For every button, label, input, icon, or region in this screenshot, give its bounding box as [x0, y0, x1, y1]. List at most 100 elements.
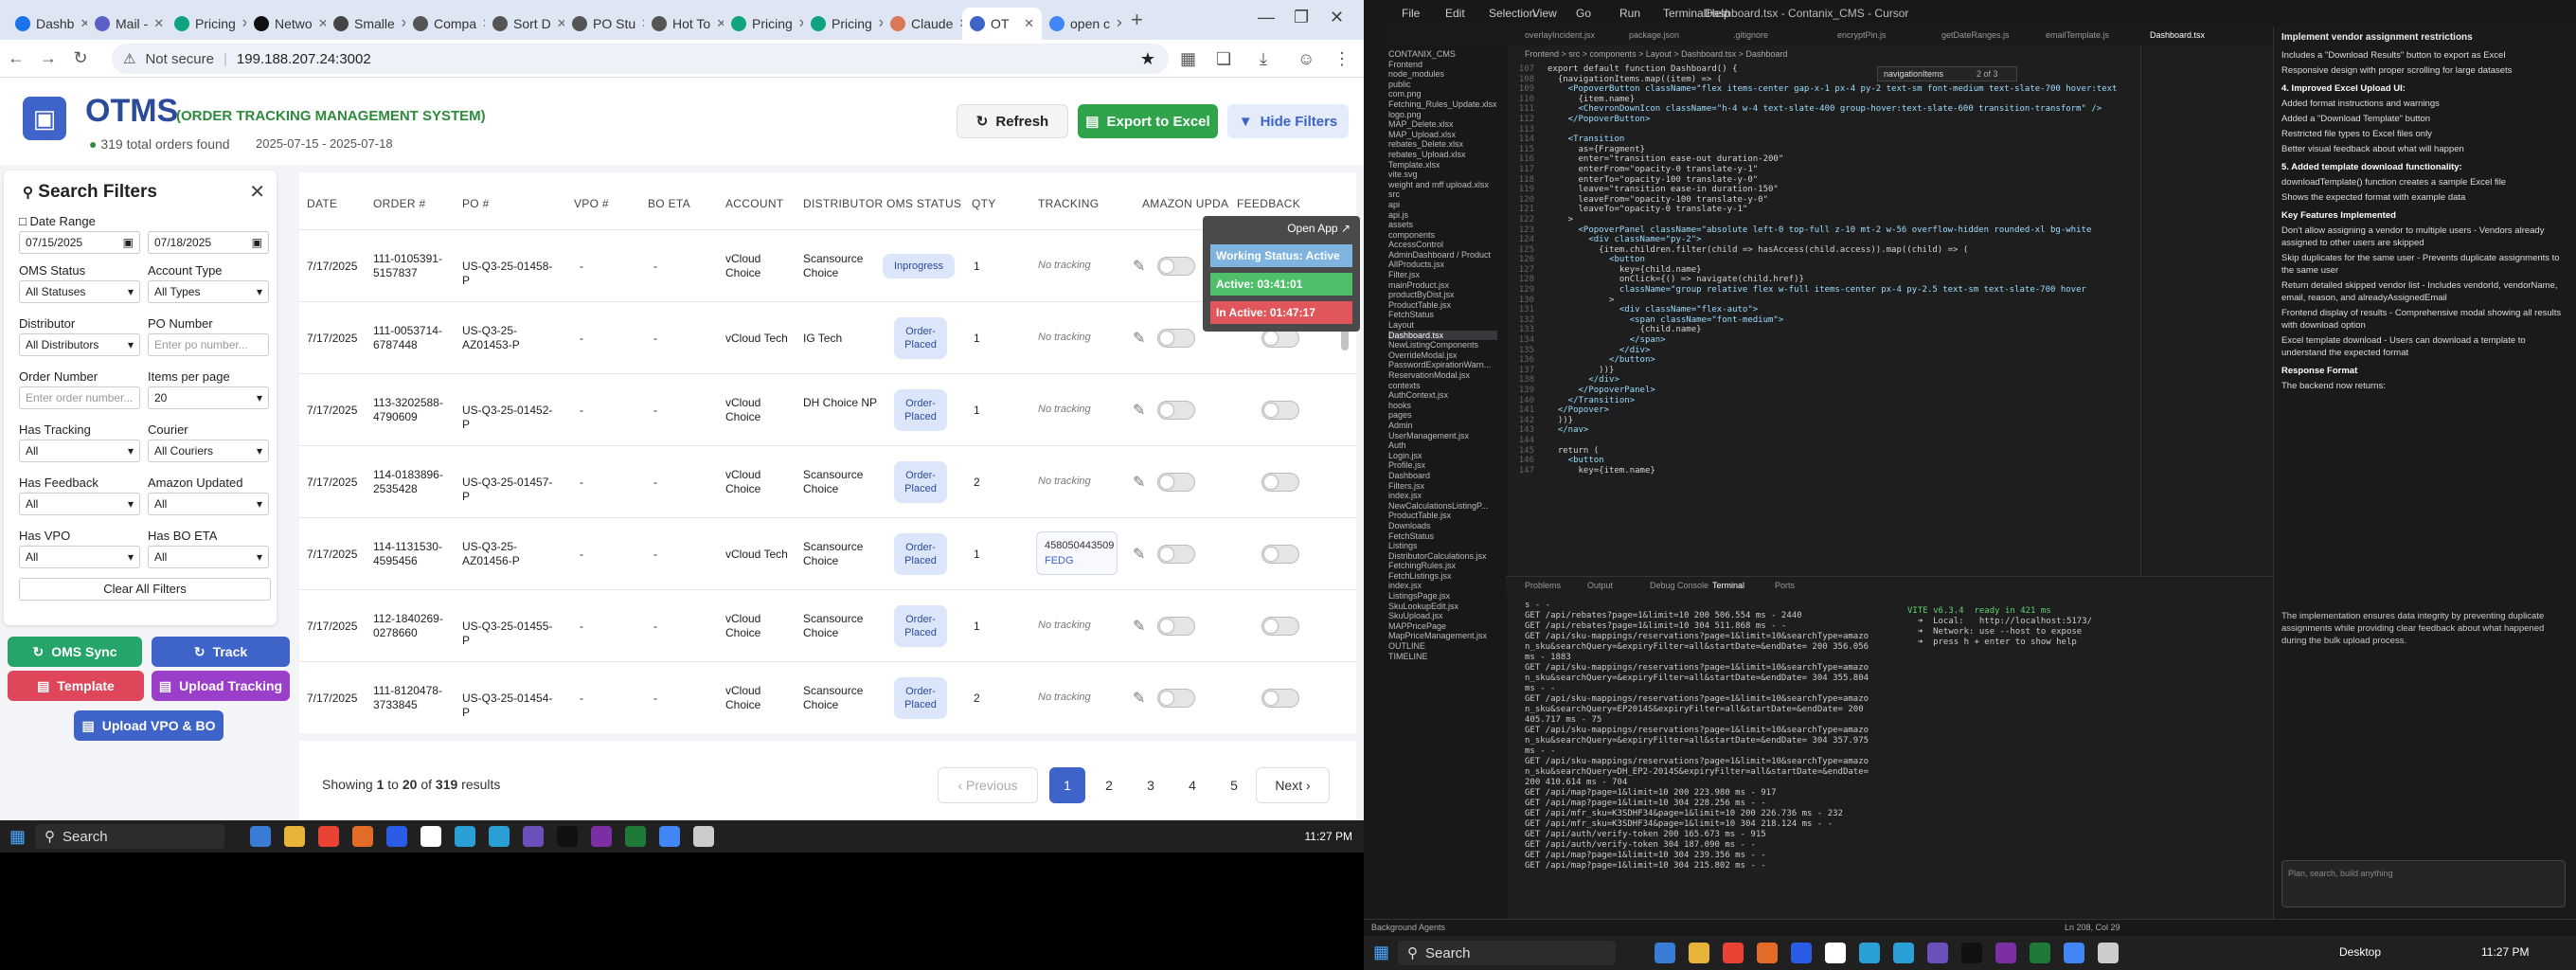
tree-item[interactable]: MAPPricePage: [1388, 621, 1497, 632]
amazon-updated-toggle[interactable]: [1157, 473, 1195, 492]
tree-item[interactable]: MapPriceManagement.jsx: [1388, 631, 1497, 641]
tree-item[interactable]: NewListingComponents: [1388, 340, 1497, 350]
tree-item[interactable]: assets: [1388, 220, 1497, 230]
upload-tracking-button[interactable]: ▤ Upload Tracking: [152, 671, 290, 701]
editor-menu-item[interactable]: View: [1532, 7, 1557, 20]
taskbar-app-icon[interactable]: [352, 826, 374, 847]
taskbar-app-icon[interactable]: [1689, 943, 1709, 963]
taskbar-app-icon[interactable]: [386, 826, 408, 847]
tree-item[interactable]: weight and mff upload.xlsx: [1388, 180, 1497, 190]
tree-item[interactable]: ProductTable.jsx: [1388, 511, 1497, 521]
tree-item[interactable]: SkuUpload.jsx: [1388, 611, 1497, 621]
has-feedback-select[interactable]: All ▾: [19, 493, 140, 515]
taskbar-app-icon[interactable]: [625, 826, 647, 847]
taskbar-app-icon[interactable]: [1961, 943, 1982, 963]
taskbar-app-icon[interactable]: [659, 826, 681, 847]
panel-tab[interactable]: Debug Console: [1650, 581, 1708, 590]
taskbar-app-icon[interactable]: [455, 826, 476, 847]
tree-item[interactable]: AccessControl: [1388, 240, 1497, 250]
panel-tab[interactable]: Ports: [1775, 581, 1795, 590]
tree-item[interactable]: Filters.jsx: [1388, 481, 1497, 492]
tree-item[interactable]: FetchListings.jsx: [1388, 571, 1497, 582]
taskbar-app-icon[interactable]: [318, 826, 340, 847]
download-icon[interactable]: ⤓: [1260, 49, 1267, 69]
terminal-output-vite[interactable]: VITE v6.3.4 ready in 421 ms ➜ Local: htt…: [1907, 606, 2092, 648]
date-to-input[interactable]: 07/18/2025 ▣: [148, 231, 269, 254]
oms-status-select[interactable]: All Statuses ▾: [19, 280, 140, 303]
feedback-toggle[interactable]: [1261, 329, 1299, 348]
tree-item[interactable]: Filter.jsx: [1388, 270, 1497, 280]
page-number-button[interactable]: 2: [1091, 767, 1127, 803]
tree-item[interactable]: ReservationModal.jsx: [1388, 370, 1497, 381]
close-tab-icon[interactable]: ✕: [716, 16, 724, 31]
taskbar-app-icon[interactable]: [1893, 943, 1914, 963]
tree-item[interactable]: TIMELINE: [1388, 652, 1497, 662]
browser-tab[interactable]: Mail - ✕: [87, 8, 167, 40]
edit-pencil-icon[interactable]: ✎: [1133, 545, 1145, 564]
back-icon[interactable]: ←: [0, 48, 32, 68]
tree-item[interactable]: logo.png: [1388, 110, 1497, 120]
minimize-icon[interactable]: —: [1258, 8, 1275, 27]
tree-item[interactable]: NewCalculationsListingP...: [1388, 501, 1497, 512]
forward-icon[interactable]: →: [32, 48, 64, 68]
amazon-updated-select[interactable]: All ▾: [148, 493, 269, 515]
browser-tab[interactable]: Pricing✕: [724, 8, 803, 40]
tree-item[interactable]: rebates_Upload.xlsx: [1388, 150, 1497, 160]
date-from-input[interactable]: 07/15/2025 ▣: [19, 231, 140, 254]
po-number-input[interactable]: Enter po number...: [148, 333, 269, 356]
tree-item[interactable]: Template.xlsx: [1388, 160, 1497, 171]
tree-item[interactable]: productByDist.jsx: [1388, 290, 1497, 300]
taskbar-app-icon[interactable]: [1859, 943, 1880, 963]
has-vpo-select[interactable]: All ▾: [19, 546, 140, 568]
new-tab-icon[interactable]: +: [1131, 8, 1143, 32]
tree-item[interactable]: AuthContext.jsx: [1388, 390, 1497, 401]
tree-item[interactable]: Login.jsx: [1388, 451, 1497, 461]
previous-page-button[interactable]: ‹ Previous: [938, 767, 1038, 803]
next-page-button[interactable]: Next ›: [1256, 767, 1330, 803]
browser-tab[interactable]: open c ✕: [1042, 8, 1121, 40]
taskbar-app-icon[interactable]: [1927, 943, 1948, 963]
extension-icon[interactable]: ▦: [1180, 49, 1196, 69]
close-filters-icon[interactable]: ✕: [249, 180, 265, 204]
tree-item[interactable]: OUTLINE: [1388, 641, 1497, 652]
editor-tab[interactable]: encryptPin.js: [1837, 30, 1887, 40]
feedback-toggle[interactable]: [1261, 545, 1299, 564]
feedback-toggle[interactable]: [1261, 401, 1299, 420]
close-tab-icon[interactable]: ✕: [1116, 16, 1121, 31]
tree-item[interactable]: DistributorCalculations.jsx: [1388, 551, 1497, 562]
page-number-button[interactable]: 3: [1133, 767, 1169, 803]
amazon-updated-toggle[interactable]: [1157, 545, 1195, 564]
puzzle-icon[interactable]: ❏: [1216, 49, 1231, 69]
tree-item[interactable]: api.js: [1388, 210, 1497, 221]
export-excel-button[interactable]: ▤ Export to Excel: [1078, 104, 1218, 138]
items-per-page-select[interactable]: 20 ▾: [148, 386, 269, 409]
tree-item[interactable]: OverrideModal.jsx: [1388, 350, 1497, 361]
feedback-toggle[interactable]: [1261, 689, 1299, 708]
has-tracking-select[interactable]: All ▾: [19, 440, 140, 462]
edit-pencil-icon[interactable]: ✎: [1133, 473, 1145, 492]
tree-item[interactable]: rebates_Delete.xlsx: [1388, 139, 1497, 150]
editor-tab[interactable]: overlayIncident.jsx: [1525, 30, 1595, 40]
browser-tab[interactable]: Pricing✕: [803, 8, 883, 40]
has-bo-eta-select[interactable]: All ▾: [148, 546, 269, 568]
tree-item[interactable]: Fetching_Rules_Update.xlsx: [1388, 99, 1497, 110]
close-tab-icon[interactable]: ✕: [318, 16, 326, 31]
taskbar-app-icon[interactable]: [420, 826, 442, 847]
taskbar-app-icon[interactable]: [2064, 943, 2084, 963]
editor-menu-item[interactable]: Go: [1576, 7, 1591, 20]
template-button[interactable]: ▤ Template: [8, 671, 144, 701]
taskbar-app-icon[interactable]: [523, 826, 545, 847]
close-tab-icon[interactable]: ✕: [557, 16, 564, 31]
taskbar-app-icon[interactable]: [2030, 943, 2050, 963]
maximize-icon[interactable]: ❐: [1294, 8, 1309, 27]
browser-tab[interactable]: OT ✕: [962, 8, 1042, 40]
tree-item[interactable]: mainProduct.jsx: [1388, 280, 1497, 291]
editor-menu-item[interactable]: Terminal: [1663, 7, 1706, 20]
tree-item[interactable]: Dashboard: [1388, 471, 1497, 481]
tree-item[interactable]: AllProducts.jsx: [1388, 260, 1497, 270]
editor-tab[interactable]: getDateRanges.js: [1941, 30, 2010, 40]
feedback-toggle[interactable]: [1261, 473, 1299, 492]
page-number-button[interactable]: 4: [1174, 767, 1210, 803]
upload-vpo-bo-button[interactable]: ▤ Upload VPO & BO: [74, 710, 224, 741]
tree-item[interactable]: MAP_Upload.xlsx: [1388, 130, 1497, 140]
